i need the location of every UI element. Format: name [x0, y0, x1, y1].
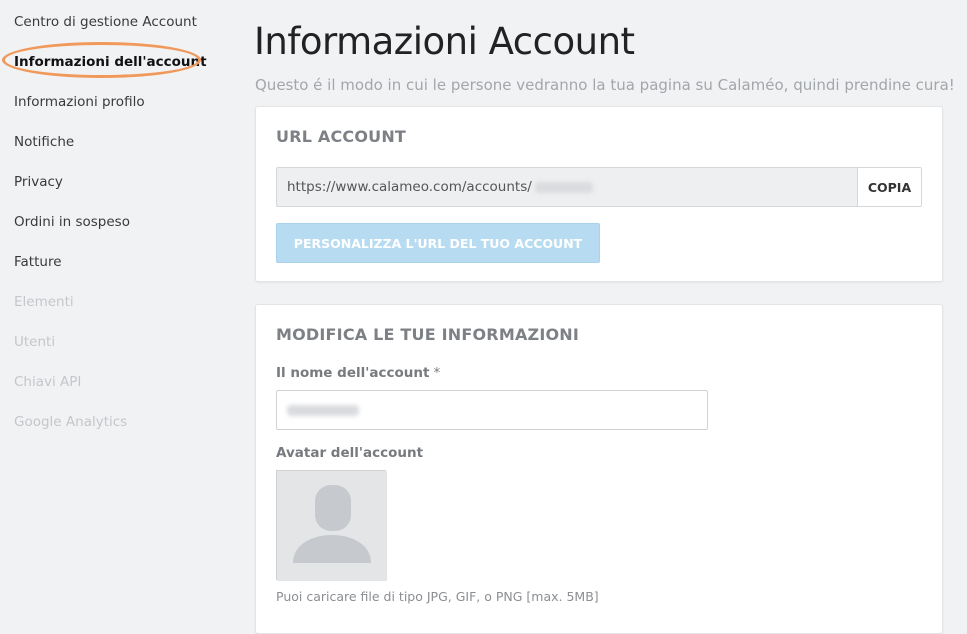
- sidebar-item-api-keys: Chiavi API: [14, 374, 82, 390]
- redacted-text: [534, 181, 593, 193]
- sidebar-item-account-info[interactable]: Informazioni dell'account: [14, 53, 207, 71]
- sidebar-item-notifications[interactable]: Notifiche: [14, 133, 74, 151]
- account-url-card: URL ACCOUNT https://www.calameo.com/acco…: [255, 106, 943, 282]
- page-title: Informazioni Account: [254, 20, 635, 63]
- sidebar-item-privacy[interactable]: Privacy: [14, 173, 63, 191]
- sidebar: Centro di gestione Account Informazioni …: [0, 0, 230, 617]
- sidebar-item-account-center[interactable]: Centro di gestione Account: [14, 13, 197, 31]
- required-mark: *: [433, 365, 441, 381]
- edit-info-title: MODIFICA LE TUE INFORMAZIONI: [276, 325, 580, 344]
- sidebar-item-pending-orders[interactable]: Ordini in sospeso: [14, 213, 130, 231]
- account-name-input[interactable]: [276, 390, 708, 430]
- account-url-title: URL ACCOUNT: [276, 127, 407, 146]
- account-name-label: Il nome dell'account *: [276, 365, 440, 381]
- account-url-group: https://www.calameo.com/accounts/ COPIA: [276, 167, 922, 207]
- avatar-label: Avatar dell'account: [276, 445, 424, 461]
- account-url-value: https://www.calameo.com/accounts/: [287, 179, 532, 195]
- sidebar-item-profile-info[interactable]: Informazioni profilo: [14, 93, 145, 111]
- account-name-label-text: Il nome dell'account: [276, 365, 430, 381]
- sidebar-item-users: Utenti: [14, 334, 56, 350]
- sidebar-item-invoices[interactable]: Fatture: [14, 253, 62, 271]
- page-subtitle: Questo é il modo in cui le persone vedra…: [255, 76, 955, 94]
- user-placeholder-icon: [277, 471, 387, 581]
- sidebar-item-google-analytics: Google Analytics: [14, 414, 128, 430]
- customize-url-button[interactable]: PERSONALIZZA L'URL DEL TUO ACCOUNT: [276, 223, 600, 263]
- account-url-field[interactable]: https://www.calameo.com/accounts/: [276, 167, 857, 207]
- copy-button[interactable]: COPIA: [857, 167, 922, 207]
- upload-hint: Puoi caricare file di tipo JPG, GIF, o P…: [276, 589, 599, 604]
- sidebar-item-elements: Elementi: [14, 294, 74, 310]
- redacted-text: [287, 404, 359, 416]
- avatar-upload[interactable]: [276, 470, 387, 581]
- edit-info-card: MODIFICA LE TUE INFORMAZIONI Il nome del…: [255, 304, 943, 634]
